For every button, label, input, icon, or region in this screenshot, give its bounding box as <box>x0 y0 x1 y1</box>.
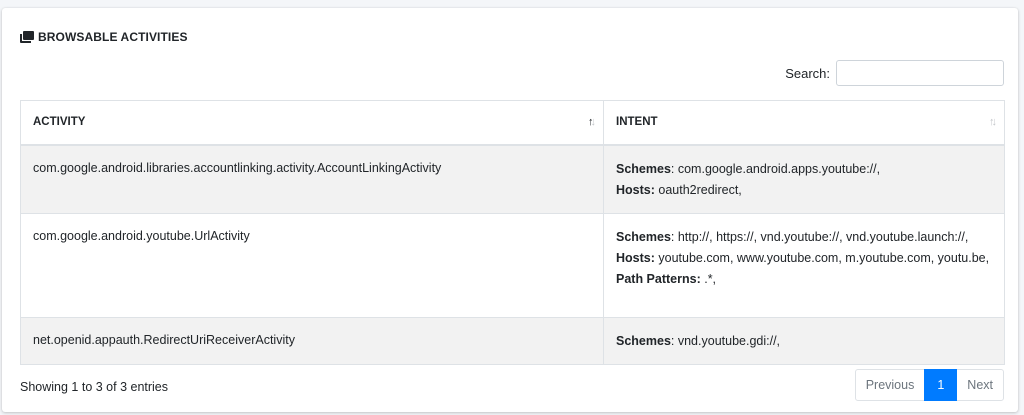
card-title-text: BROWSABLE ACTIVITIES <box>38 30 188 44</box>
schemes-separator: : <box>670 229 678 244</box>
clone-icon <box>20 31 34 43</box>
path-patterns-value: .*, <box>700 271 717 286</box>
table-row: com.google.android.youtube.UrlActivity S… <box>20 212 1005 318</box>
table-row: com.google.android.libraries.accountlink… <box>20 144 1005 214</box>
browsable-activities-card: BROWSABLE ACTIVITIES Search: ACTIVITY ↑↓… <box>2 8 1018 412</box>
table-info: Showing 1 to 3 of 3 entries <box>20 380 169 394</box>
search-input[interactable] <box>836 60 1004 86</box>
activity-cell: com.google.android.youtube.UrlActivity <box>20 212 604 318</box>
activity-cell: com.google.android.libraries.accountlink… <box>20 144 604 214</box>
schemes-value: http://, https://, vnd.youtube://, vnd.y… <box>677 229 969 244</box>
page-1-button[interactable]: 1 <box>924 369 958 401</box>
schemes-separator: : <box>670 333 678 348</box>
hosts-label: Hosts: <box>616 250 655 265</box>
column-header-intent-label: INTENT <box>616 116 658 129</box>
pagination: Previous 1 Next <box>854 369 1004 401</box>
search-box: Search: <box>785 60 1004 86</box>
intent-cell: Schemes: http://, https://, vnd.youtube:… <box>603 212 1005 318</box>
sort-ascending-icon: ↑↓ <box>588 116 596 129</box>
intent-cell: Schemes: com.google.android.apps.youtube… <box>603 144 1005 214</box>
schemes-value: vnd.youtube.gdi://, <box>677 333 781 348</box>
hosts-value: youtube.com, www.youtube.com, m.youtube.… <box>654 250 990 265</box>
schemes-label: Schemes <box>616 161 671 176</box>
table-header-row: ACTIVITY ↑↓ INTENT ↑↓ <box>20 100 1005 146</box>
schemes-label: Schemes <box>616 229 671 244</box>
column-header-activity-label: ACTIVITY <box>33 116 86 129</box>
card-title: BROWSABLE ACTIVITIES <box>20 30 188 44</box>
column-header-intent[interactable]: INTENT ↑↓ <box>603 100 1005 146</box>
column-header-activity[interactable]: ACTIVITY ↑↓ <box>20 100 604 146</box>
hosts-label: Hosts: <box>616 182 655 197</box>
schemes-separator: : <box>670 161 678 176</box>
path-patterns-label: Path Patterns: <box>616 271 701 286</box>
activities-table: ACTIVITY ↑↓ INTENT ↑↓ com.google.android… <box>20 100 1005 365</box>
schemes-label: Schemes <box>616 333 671 348</box>
next-page-button[interactable]: Next <box>956 369 1004 401</box>
table-row: net.openid.appauth.RedirectUriReceiverAc… <box>20 316 1005 365</box>
sort-unsorted-icon: ↑↓ <box>989 116 997 129</box>
intent-cell: Schemes: vnd.youtube.gdi://, <box>603 316 1005 365</box>
schemes-value: com.google.android.apps.youtube://, <box>677 161 881 176</box>
activity-cell: net.openid.appauth.RedirectUriReceiverAc… <box>20 316 604 365</box>
hosts-value: oauth2redirect, <box>654 182 742 197</box>
search-label: Search: <box>785 65 830 81</box>
previous-page-button[interactable]: Previous <box>854 369 926 401</box>
